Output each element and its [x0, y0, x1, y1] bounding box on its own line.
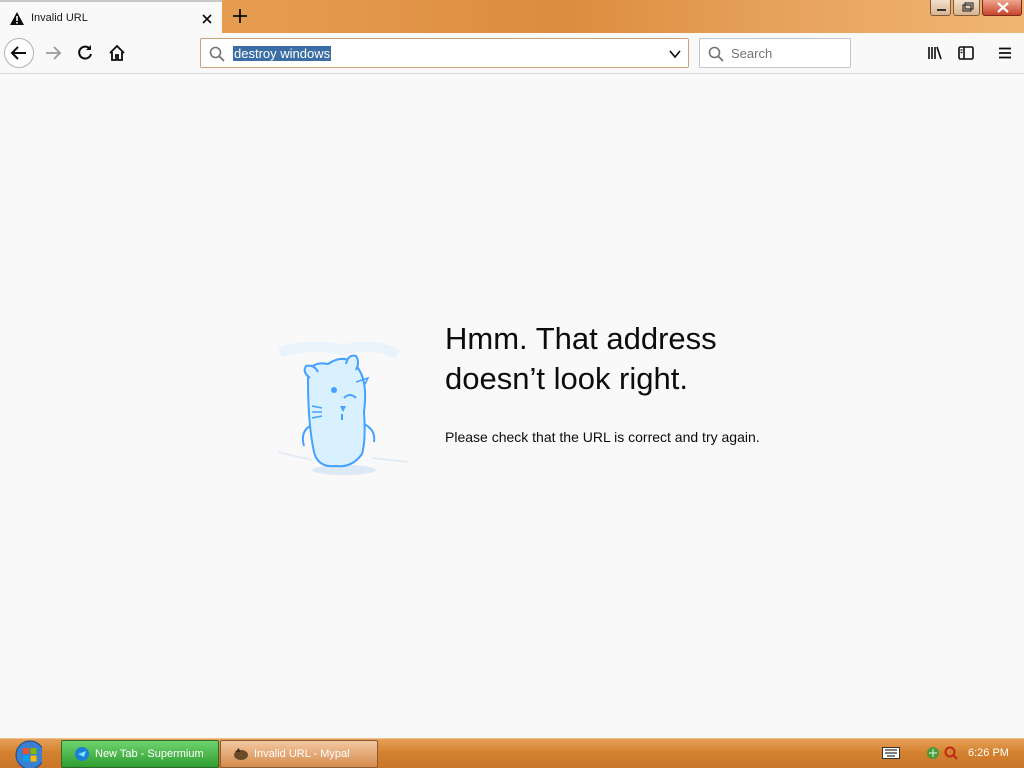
supermium-icon: [75, 747, 89, 761]
taskbar: New Tab - Supermium Invalid URL - Mypal …: [0, 738, 1024, 768]
chevron-down-icon[interactable]: [668, 47, 682, 61]
hamburger-menu-icon: [999, 47, 1011, 59]
tab-invalid-url[interactable]: Invalid URL: [0, 0, 222, 33]
tab-title: Invalid URL: [31, 12, 88, 24]
windows-start-icon[interactable]: [6, 739, 42, 768]
taskbar-button-mypal[interactable]: Invalid URL - Mypal: [220, 740, 378, 768]
library-icon: [928, 46, 942, 60]
reload-icon: [78, 45, 92, 60]
library-button[interactable]: [920, 38, 950, 68]
reload-button[interactable]: [70, 38, 100, 68]
error-title-line-1: Hmm. That address: [445, 321, 717, 356]
title-bar: Invalid URL: [0, 0, 1024, 33]
forward-button[interactable]: [38, 38, 68, 68]
clock: 6:26 PM: [968, 747, 1009, 759]
error-title-line-2: doesn’t look right.: [445, 361, 688, 396]
network-icon[interactable]: [926, 746, 940, 760]
taskbar-label: New Tab - Supermium: [95, 748, 204, 760]
error-title: Hmm. That address doesn’t look right.: [445, 319, 865, 399]
mypal-icon: [234, 748, 248, 760]
back-button[interactable]: [4, 38, 34, 68]
plus-icon[interactable]: [231, 7, 249, 25]
search-input[interactable]: Search: [731, 46, 772, 61]
open-menu-button[interactable]: [990, 38, 1020, 68]
back-arrow-icon: [10, 46, 26, 60]
keyboard-icon[interactable]: [882, 747, 900, 759]
taskbar-label: Invalid URL - Mypal: [254, 748, 350, 760]
forward-arrow-icon: [46, 46, 62, 60]
navigation-toolbar: destroy windows Search: [0, 33, 1024, 74]
sidebar-icon: [958, 46, 974, 60]
url-input[interactable]: destroy windows: [233, 46, 332, 61]
search-icon: [209, 46, 225, 62]
warning-icon: [10, 12, 24, 25]
url-bar[interactable]: destroy windows: [200, 38, 689, 68]
close-icon[interactable]: [199, 11, 215, 27]
home-icon: [109, 44, 125, 61]
minimize-button[interactable]: [930, 0, 951, 16]
confused-hamster-illustration: [277, 342, 409, 475]
restore-button[interactable]: [953, 0, 980, 16]
system-tray: 6:26 PM: [880, 739, 1024, 768]
taskbar-button-supermium[interactable]: New Tab - Supermium: [61, 740, 219, 768]
error-page: Hmm. That address doesn’t look right. Pl…: [0, 74, 1024, 738]
search-icon[interactable]: [944, 746, 958, 760]
search-box[interactable]: Search: [699, 38, 851, 68]
window-close-button[interactable]: [982, 0, 1022, 16]
home-button[interactable]: [102, 38, 132, 68]
sidebar-button[interactable]: [951, 38, 981, 68]
search-icon: [708, 46, 724, 62]
error-description: Please check that the URL is correct and…: [445, 429, 760, 445]
